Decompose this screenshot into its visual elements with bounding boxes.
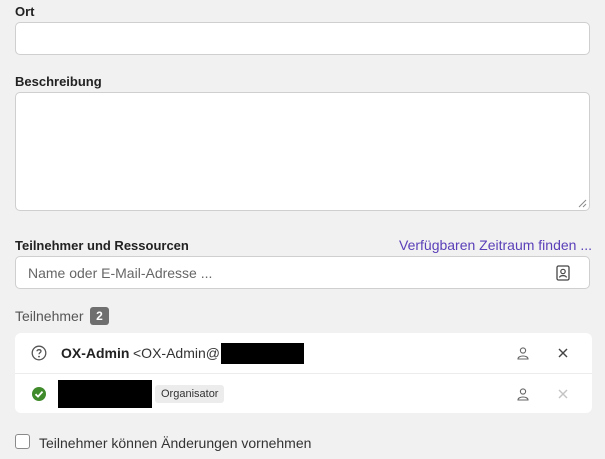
participant-name: OX-Admin <box>61 345 130 361</box>
participant-row[interactable]: Organisator <box>15 373 592 413</box>
participant-search-input[interactable] <box>16 257 589 288</box>
organizer-badge: Organisator <box>155 385 225 403</box>
description-label: Beschreibung <box>15 74 102 89</box>
find-free-slot-link[interactable]: Verfügbaren Zeitraum finden ... <box>399 237 592 253</box>
question-circle-icon <box>31 345 47 361</box>
location-input[interactable] <box>16 23 589 54</box>
remove-participant-icon[interactable] <box>557 347 569 359</box>
location-label: Ort <box>15 4 35 19</box>
remove-participant-icon <box>558 389 568 399</box>
check-circle-icon <box>32 387 46 401</box>
participant-search-field[interactable] <box>15 256 590 289</box>
location-field[interactable] <box>15 22 590 55</box>
participant-row[interactable]: OX-Admin <OX-Admin@ <box>15 333 592 373</box>
participants-resources-label: Teilnehmer und Ressourcen <box>15 238 189 253</box>
participant-email: <OX-Admin@ <box>133 345 220 361</box>
address-book-icon[interactable] <box>556 265 570 281</box>
participant-list: OX-Admin <OX-Admin@ Organisator <box>15 333 592 413</box>
redacted-participant-name <box>58 380 152 408</box>
person-icon[interactable] <box>516 387 530 401</box>
participants-count-badge: 2 <box>90 307 109 325</box>
description-textarea[interactable] <box>15 92 590 211</box>
redacted-email-part <box>221 343 304 364</box>
allow-changes-label[interactable]: Teilnehmer können Änderungen vornehmen <box>39 435 311 451</box>
participants-title: Teilnehmer <box>15 308 84 324</box>
resize-grip-icon[interactable] <box>578 199 587 208</box>
person-icon[interactable] <box>516 346 530 360</box>
allow-changes-checkbox[interactable] <box>15 434 30 449</box>
